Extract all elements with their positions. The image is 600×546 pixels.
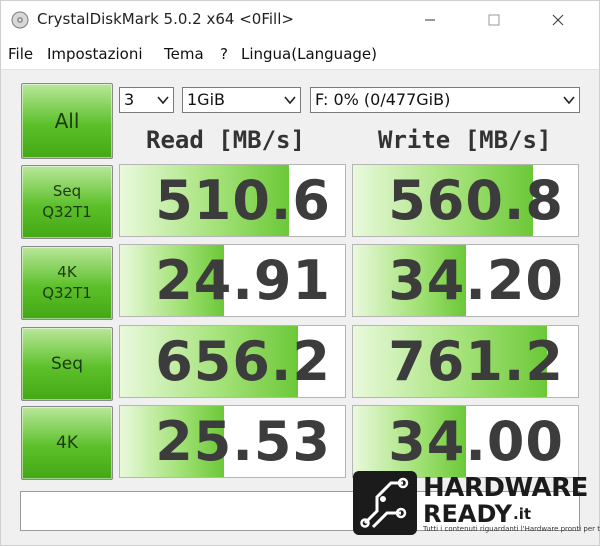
4k-label: 4K bbox=[56, 433, 78, 453]
result-value: 25.53 bbox=[155, 410, 331, 473]
menu-theme[interactable]: Tema bbox=[164, 45, 204, 63]
seq-q32t1-write-result: 560.8 bbox=[352, 164, 579, 237]
result-value: 560.8 bbox=[388, 169, 564, 232]
result-value: 510.6 bbox=[155, 169, 331, 232]
4k-q32t1-read-result: 24.91 bbox=[119, 244, 346, 317]
seq-q32t1-label: Seq Q32T1 bbox=[42, 182, 92, 221]
title-bar: CrystalDiskMark 5.0.2 x64 <0Fill> bbox=[1, 1, 599, 39]
4k-q32t1-button[interactable]: 4K Q32T1 bbox=[21, 246, 113, 320]
drive-value: F: 0% (0/477GiB) bbox=[315, 90, 451, 109]
minimize-button[interactable] bbox=[407, 1, 453, 39]
minimize-icon bbox=[425, 19, 435, 21]
test-size-value: 1GiB bbox=[187, 90, 225, 109]
menu-help[interactable]: ? bbox=[220, 45, 228, 63]
menu-settings[interactable]: Impostazioni bbox=[47, 45, 143, 63]
chevron-down-icon bbox=[157, 96, 169, 105]
chevron-down-icon bbox=[563, 96, 575, 105]
watermark: HARDWARE READY .it Tutti i contenuti rig… bbox=[353, 471, 600, 539]
menu-bar: File Impostazioni Tema ? Lingua(Language… bbox=[1, 39, 599, 70]
seq-write-result: 761.2 bbox=[352, 325, 579, 398]
result-value: 34.20 bbox=[388, 249, 564, 312]
result-value: 24.91 bbox=[155, 249, 331, 312]
write-header: Write [MB/s] bbox=[378, 126, 552, 154]
watermark-brand-bottom: READY bbox=[423, 500, 513, 528]
seq-button[interactable]: Seq bbox=[21, 327, 113, 401]
close-icon bbox=[552, 14, 564, 26]
circuit-board-icon bbox=[360, 477, 409, 529]
menu-language[interactable]: Lingua(Language) bbox=[241, 45, 377, 63]
result-value: 761.2 bbox=[388, 330, 564, 393]
watermark-brand-suffix: .it bbox=[513, 505, 532, 523]
result-value: 656.2 bbox=[155, 330, 331, 393]
seq-q32t1-button[interactable]: Seq Q32T1 bbox=[21, 165, 113, 239]
run-all-label: All bbox=[54, 109, 80, 133]
seq-label: Seq bbox=[50, 354, 84, 374]
4k-read-result: 25.53 bbox=[119, 405, 346, 478]
run-all-button[interactable]: All bbox=[21, 83, 113, 159]
test-count-value: 3 bbox=[124, 90, 135, 109]
test-count-select[interactable]: 3 bbox=[119, 87, 174, 113]
4k-button[interactable]: 4K bbox=[21, 406, 113, 480]
window-title: CrystalDiskMark 5.0.2 x64 <0Fill> bbox=[37, 10, 294, 28]
app-disk-icon bbox=[11, 11, 29, 29]
watermark-brand-top: HARDWARE bbox=[423, 473, 588, 503]
app-window: CrystalDiskMark 5.0.2 x64 <0Fill> File I… bbox=[0, 0, 600, 546]
close-button[interactable] bbox=[535, 1, 581, 39]
watermark-tagline: Tutti i contenuti riguardanti l'Hardware… bbox=[423, 525, 600, 533]
seq-read-result: 656.2 bbox=[119, 325, 346, 398]
test-size-select[interactable]: 1GiB bbox=[182, 87, 301, 113]
maximize-button[interactable] bbox=[471, 1, 517, 39]
read-header: Read [MB/s] bbox=[146, 126, 305, 154]
4k-q32t1-write-result: 34.20 bbox=[352, 244, 579, 317]
circuit-logo-icon bbox=[353, 471, 417, 535]
maximize-icon bbox=[488, 14, 500, 26]
seq-q32t1-read-result: 510.6 bbox=[119, 164, 346, 237]
result-value: 34.00 bbox=[388, 410, 564, 473]
chevron-down-icon bbox=[284, 96, 296, 105]
menu-file[interactable]: File bbox=[8, 45, 33, 63]
4k-q32t1-label: 4K Q32T1 bbox=[42, 263, 92, 302]
drive-select[interactable]: F: 0% (0/477GiB) bbox=[310, 87, 580, 113]
4k-write-result: 34.00 bbox=[352, 405, 579, 478]
